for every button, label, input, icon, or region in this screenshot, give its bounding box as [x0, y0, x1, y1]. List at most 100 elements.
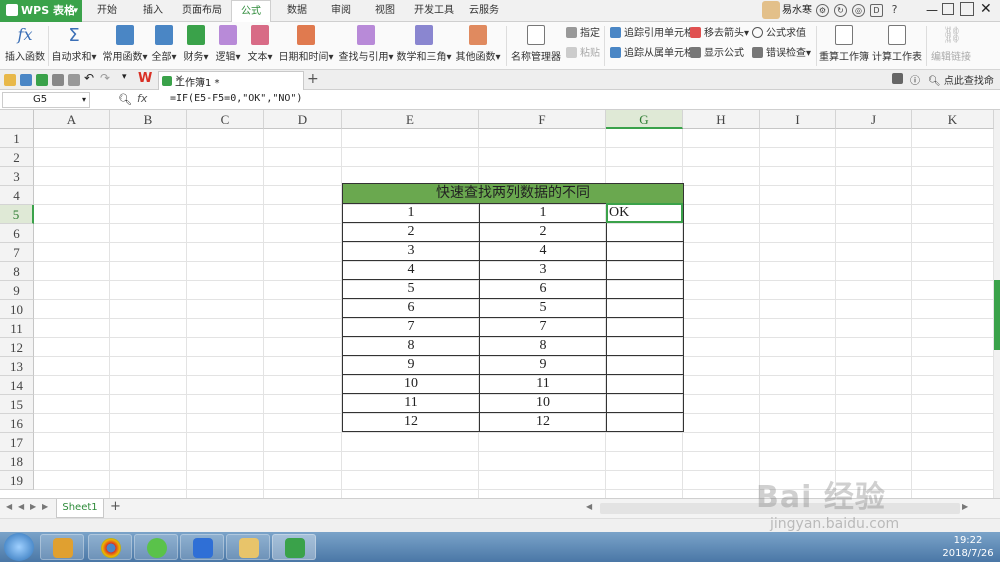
tab-developer[interactable]: 开发工具 [410, 0, 458, 22]
name-manager-button[interactable]: 名称管理器 [510, 24, 562, 68]
cell-col-e[interactable]: 12 [342, 412, 480, 432]
scroll-right-icon[interactable]: ▶ [962, 502, 968, 511]
scroll-left-icon[interactable]: ◀ [586, 502, 592, 511]
column-header[interactable]: D [264, 110, 342, 129]
cell-col-g[interactable] [606, 336, 684, 356]
wps-app-button[interactable]: WPS 表格 ▾ [0, 0, 82, 22]
other-functions-button[interactable]: 其他函数▾ [454, 24, 502, 68]
save-icon[interactable] [20, 74, 32, 86]
start-button[interactable] [4, 533, 34, 561]
row-header[interactable]: 4 [0, 186, 34, 205]
finance-button[interactable]: 财务▾ [182, 24, 210, 68]
row-header[interactable]: 6 [0, 224, 34, 243]
user-name[interactable]: 易水寒 [782, 0, 812, 22]
common-functions-button[interactable]: 常用函数▾ [102, 24, 148, 68]
share-icon[interactable]: ↻ [834, 4, 847, 17]
tab-cloud[interactable]: 云服务 [462, 0, 506, 22]
window-menu-icon[interactable] [892, 73, 903, 84]
spreadsheet-grid[interactable]: ABCDEFGHIJK 1 2 3 4 5 6 7 8 9 10 11 12 13 14 15 16 17 18 1… [0, 110, 994, 498]
cell-col-f[interactable]: 4 [479, 241, 607, 261]
column-header[interactable]: G [606, 110, 683, 129]
tab-view[interactable]: 视图 [366, 0, 404, 22]
cell-col-f[interactable]: 5 [479, 298, 607, 318]
cell-col-e[interactable]: 10 [342, 374, 480, 394]
selected-cell[interactable] [606, 203, 683, 223]
cell-col-f[interactable]: 10 [479, 393, 607, 413]
cell-col-e[interactable]: 2 [342, 222, 480, 242]
cell-col-f[interactable]: 7 [479, 317, 607, 337]
row-header[interactable]: 17 [0, 433, 34, 452]
row-header[interactable]: 18 [0, 452, 34, 471]
cell-col-g[interactable] [606, 260, 684, 280]
row-header[interactable]: 3 [0, 167, 34, 186]
column-header[interactable]: B [110, 110, 187, 129]
cell-col-g[interactable] [606, 241, 684, 261]
clock[interactable]: 19:22 2018/7/26 [938, 534, 998, 560]
cell-col-f[interactable]: 9 [479, 355, 607, 375]
close-icon[interactable]: ✕ [175, 74, 299, 85]
redo-icon[interactable]: ↷ [100, 71, 110, 85]
specify-button[interactable]: 指定 [566, 26, 600, 41]
row-header[interactable]: 9 [0, 281, 34, 300]
zoom-icon[interactable]: 🔍︎ [118, 93, 132, 106]
row-header[interactable]: 14 [0, 376, 34, 395]
row-header[interactable]: 1 [0, 129, 34, 148]
preview-icon[interactable] [68, 74, 80, 86]
tab-home[interactable]: 开始 [88, 0, 126, 22]
row-header[interactable]: 5 [0, 205, 34, 224]
cell-col-f[interactable]: 8 [479, 336, 607, 356]
taskbar-item-explorer[interactable] [226, 534, 270, 560]
cell-col-f[interactable]: 12 [479, 412, 607, 432]
row-header[interactable]: 19 [0, 471, 34, 490]
minimize-icon[interactable]: — [926, 3, 938, 17]
tab-formulas[interactable]: 公式 [231, 0, 271, 23]
text-functions-button[interactable]: 文本▾ [246, 24, 274, 68]
cell-col-f[interactable]: 11 [479, 374, 607, 394]
cell-col-e[interactable]: 9 [342, 355, 480, 375]
show-formulas-button[interactable]: 显示公式 [690, 46, 744, 61]
cell-col-e[interactable]: 11 [342, 393, 480, 413]
cell-col-e[interactable]: 3 [342, 241, 480, 261]
cell-col-e[interactable]: 8 [342, 336, 480, 356]
sheet-tab[interactable]: Sheet1 [56, 499, 104, 518]
system-tray[interactable] [780, 540, 930, 554]
column-header[interactable]: E [342, 110, 479, 129]
tab-review[interactable]: 审阅 [322, 0, 360, 22]
row-header[interactable]: 15 [0, 395, 34, 414]
row-header[interactable]: 13 [0, 357, 34, 376]
math-button[interactable]: 数学和三角▾ [396, 24, 452, 68]
row-header[interactable]: 8 [0, 262, 34, 281]
column-header[interactable]: I [760, 110, 836, 129]
cell-col-e[interactable]: 1 [342, 203, 480, 223]
first-sheet-icon[interactable]: ◀ [6, 502, 12, 511]
scroll-thumb[interactable] [994, 280, 1000, 350]
cell-col-f[interactable]: 3 [479, 260, 607, 280]
row-header[interactable]: 11 [0, 319, 34, 338]
insert-function-button[interactable]: fx 插入函数 [4, 24, 46, 68]
row-header[interactable]: 2 [0, 148, 34, 167]
edit-links-button[interactable]: ⛓ 编辑链接 [930, 24, 972, 68]
column-header[interactable]: J [836, 110, 912, 129]
cell-col-g[interactable] [606, 412, 684, 432]
open-icon[interactable] [4, 74, 16, 86]
remove-arrows-button[interactable]: 移去箭头▾ [690, 26, 749, 41]
column-header[interactable]: H [683, 110, 760, 129]
paste-button[interactable]: 粘贴 [566, 46, 600, 61]
new-tab-button[interactable]: + [307, 71, 319, 87]
taskbar-item-wps-sheet[interactable] [272, 534, 316, 560]
restore-icon[interactable] [960, 2, 974, 16]
last-sheet-icon[interactable]: ▶ [42, 502, 48, 511]
tab-page-layout[interactable]: 页面布局 [178, 0, 226, 22]
cell-col-g[interactable] [606, 298, 684, 318]
row-header[interactable]: 10 [0, 300, 34, 319]
close-icon[interactable]: ✕ [980, 1, 992, 17]
tab-insert[interactable]: 插入 [134, 0, 172, 22]
formula-input[interactable]: =IF(E5-F5=0,"OK","NO") [170, 93, 302, 104]
column-header[interactable]: K [912, 110, 994, 129]
vertical-scrollbar[interactable] [994, 110, 1000, 498]
name-box[interactable]: G5 ▾ [2, 92, 90, 108]
taskbar-item-wechat[interactable] [134, 534, 178, 560]
print-icon[interactable] [52, 74, 64, 86]
column-header[interactable]: F [479, 110, 606, 129]
trace-dependents-button[interactable]: 追踪从属单元格 [610, 46, 694, 61]
